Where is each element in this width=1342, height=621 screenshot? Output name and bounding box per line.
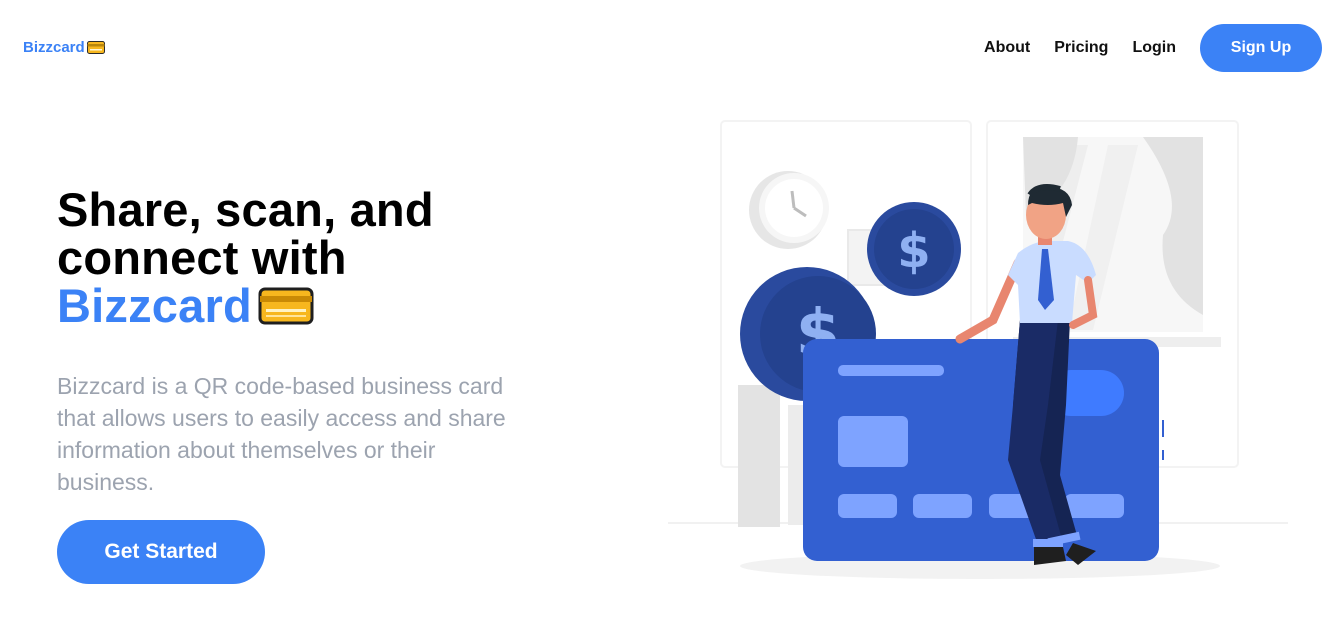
get-started-button[interactable]: Get Started — [57, 520, 265, 584]
hero-description: Bizzcard is a QR code-based business car… — [57, 373, 506, 495]
top-navbar: Bizzcard About Pricing Login Sign Up — [0, 0, 1342, 96]
svg-text:$: $ — [897, 223, 930, 279]
hero-title-line2: connect with — [57, 231, 347, 284]
logo-text: Bizzcard — [23, 39, 85, 56]
dollar-coin-icon: $ — [867, 202, 961, 296]
hero-title: Share, scan, and connect with Bizzcard — [57, 186, 434, 330]
hero-title-brand: Bizzcard — [57, 282, 314, 330]
nav-link-about[interactable]: About — [984, 39, 1030, 57]
hero-title-line1: Share, scan, and — [57, 183, 434, 236]
credit-card-icon — [86, 41, 105, 54]
nav-link-pricing[interactable]: Pricing — [1054, 39, 1108, 57]
nav-link-login[interactable]: Login — [1132, 39, 1176, 57]
nav-links: About Pricing Login Sign Up — [984, 24, 1322, 72]
logo[interactable]: Bizzcard — [23, 39, 105, 56]
hero-brand-text: Bizzcard — [57, 279, 252, 332]
credit-card-icon — [258, 287, 314, 325]
hero-illustration: $ $ — [668, 120, 1288, 579]
sign-up-button[interactable]: Sign Up — [1200, 24, 1322, 72]
